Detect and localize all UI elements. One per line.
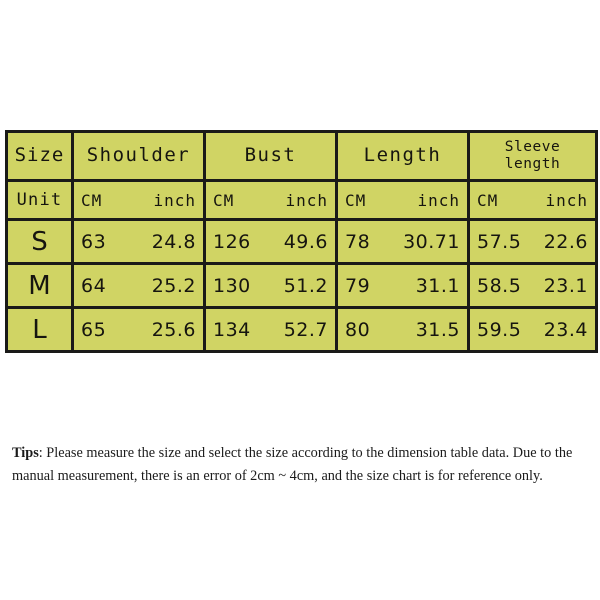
cell-bust-s: 126 49.6: [203, 218, 338, 265]
value-sleeve-cm-m: 58.5: [477, 274, 522, 297]
cell-sleeve-l: 59.5 23.4: [467, 306, 598, 353]
cell-sleeve-s: 57.5 22.6: [467, 218, 598, 265]
cell-length-s: 78 30.71: [335, 218, 470, 265]
value-length-cm-m: 79: [345, 274, 371, 297]
value-bust-inch-l: 52.7: [283, 318, 328, 341]
unit-cell-sleeve-length: CM inch: [467, 179, 598, 221]
value-sleeve-inch-m: 23.1: [543, 274, 588, 297]
unit-pair-bust: CM inch: [208, 184, 334, 217]
value-pair-length-l: 80 31.5: [340, 311, 466, 349]
value-bust-inch-s: 49.6: [283, 230, 328, 253]
cell-bust-m: 130 51.2: [203, 262, 338, 309]
row-size-label-m: M: [5, 262, 74, 309]
cell-shoulder-s: 63 24.8: [71, 218, 206, 265]
size-chart-table-container: Size Shoulder Bust Length Sleeve length …: [5, 130, 598, 353]
value-sleeve-cm-l: 59.5: [477, 318, 522, 341]
unit-pair-shoulder: CM inch: [76, 184, 202, 217]
value-sleeve-inch-s: 22.6: [543, 230, 588, 253]
value-length-cm-s: 78: [345, 230, 371, 253]
unit-cm-shoulder: CM: [81, 190, 103, 210]
table-row: M 64 25.2 130 51.2 79 31.1 58.5 23.1: [5, 262, 598, 309]
value-pair-shoulder-s: 63 24.8: [76, 223, 202, 261]
unit-cell-label: Unit: [5, 179, 74, 221]
unit-inch-bust: inch: [285, 190, 328, 210]
value-shoulder-inch-s: 24.8: [151, 230, 196, 253]
size-chart-page: Size Shoulder Bust Length Sleeve length …: [0, 0, 600, 600]
value-pair-bust-s: 126 49.6: [208, 223, 334, 261]
value-sleeve-inch-l: 23.4: [543, 318, 588, 341]
cell-bust-l: 134 52.7: [203, 306, 338, 353]
cell-shoulder-m: 64 25.2: [71, 262, 206, 309]
tips-note: Tips: Please measure the size and select…: [12, 442, 590, 488]
value-pair-length-s: 78 30.71: [340, 223, 466, 261]
row-size-label-s: S: [5, 218, 74, 265]
header-cell-bust: Bust: [203, 130, 338, 182]
cell-length-m: 79 31.1: [335, 262, 470, 309]
header-label-shoulder: Shoulder: [86, 144, 191, 167]
unit-pair-sleeve-length: CM inch: [472, 184, 594, 217]
value-length-inch-s: 30.71: [403, 230, 460, 253]
value-pair-shoulder-l: 65 25.6: [76, 311, 202, 349]
tips-text: : Please measure the size and select the…: [12, 445, 573, 485]
value-pair-bust-m: 130 51.2: [208, 267, 334, 305]
unit-label: Unit: [16, 190, 63, 210]
value-bust-cm-s: 126: [213, 230, 251, 253]
value-shoulder-inch-m: 25.2: [151, 274, 196, 297]
table-header-row: Size Shoulder Bust Length Sleeve length: [5, 130, 598, 182]
value-shoulder-cm-m: 64: [81, 274, 107, 297]
unit-cell-length: CM inch: [335, 179, 470, 221]
header-label-sleeve-line2: length: [504, 156, 561, 172]
value-length-inch-m: 31.1: [415, 274, 460, 297]
size-label-s: S: [31, 226, 48, 257]
value-bust-inch-m: 51.2: [283, 274, 328, 297]
value-pair-sleeve-m: 58.5 23.1: [472, 267, 594, 305]
table-row: S 63 24.8 126 49.6 78 30.71 57.5 22.6: [5, 218, 598, 265]
value-shoulder-inch-l: 25.6: [151, 318, 196, 341]
header-cell-sleeve-length: Sleeve length: [467, 130, 598, 182]
value-pair-shoulder-m: 64 25.2: [76, 267, 202, 305]
header-label-sleeve-line1: Sleeve: [504, 139, 561, 156]
unit-pair-length: CM inch: [340, 184, 466, 217]
value-pair-sleeve-s: 57.5 22.6: [472, 223, 594, 261]
unit-cm-sleeve-length: CM: [477, 190, 499, 210]
value-shoulder-cm-s: 63: [81, 230, 107, 253]
value-pair-length-m: 79 31.1: [340, 267, 466, 305]
unit-cell-shoulder: CM inch: [71, 179, 206, 221]
header-label-size: Size: [14, 144, 65, 167]
tips-label: Tips: [12, 445, 39, 462]
size-label-m: M: [28, 270, 51, 301]
value-shoulder-cm-l: 65: [81, 318, 107, 341]
header-cell-size: Size: [5, 130, 74, 182]
value-pair-bust-l: 134 52.7: [208, 311, 334, 349]
cell-shoulder-l: 65 25.6: [71, 306, 206, 353]
value-length-cm-l: 80: [345, 318, 371, 341]
unit-cell-bust: CM inch: [203, 179, 338, 221]
table-row: L 65 25.6 134 52.7 80 31.5 59.5 23.4: [5, 306, 598, 353]
unit-inch-shoulder: inch: [153, 190, 196, 210]
header-cell-shoulder: Shoulder: [71, 130, 206, 182]
value-length-inch-l: 31.5: [415, 318, 460, 341]
value-sleeve-cm-s: 57.5: [477, 230, 522, 253]
unit-cm-bust: CM: [213, 190, 235, 210]
header-cell-length: Length: [335, 130, 470, 182]
size-label-l: L: [32, 314, 47, 345]
size-chart-table: Size Shoulder Bust Length Sleeve length …: [5, 130, 598, 353]
unit-inch-sleeve-length: inch: [545, 190, 588, 210]
value-pair-sleeve-l: 59.5 23.4: [472, 311, 594, 349]
header-label-length: Length: [363, 144, 442, 167]
unit-inch-length: inch: [417, 190, 460, 210]
value-bust-cm-m: 130: [213, 274, 251, 297]
row-size-label-l: L: [5, 306, 74, 353]
cell-sleeve-m: 58.5 23.1: [467, 262, 598, 309]
cell-length-l: 80 31.5: [335, 306, 470, 353]
header-label-sleeve-length: Sleeve length: [472, 139, 594, 172]
header-label-bust: Bust: [244, 144, 297, 167]
value-bust-cm-l: 134: [213, 318, 251, 341]
unit-cm-length: CM: [345, 190, 367, 210]
table-unit-row: Unit CM inch CM inch CM inch CM inch: [5, 179, 598, 221]
